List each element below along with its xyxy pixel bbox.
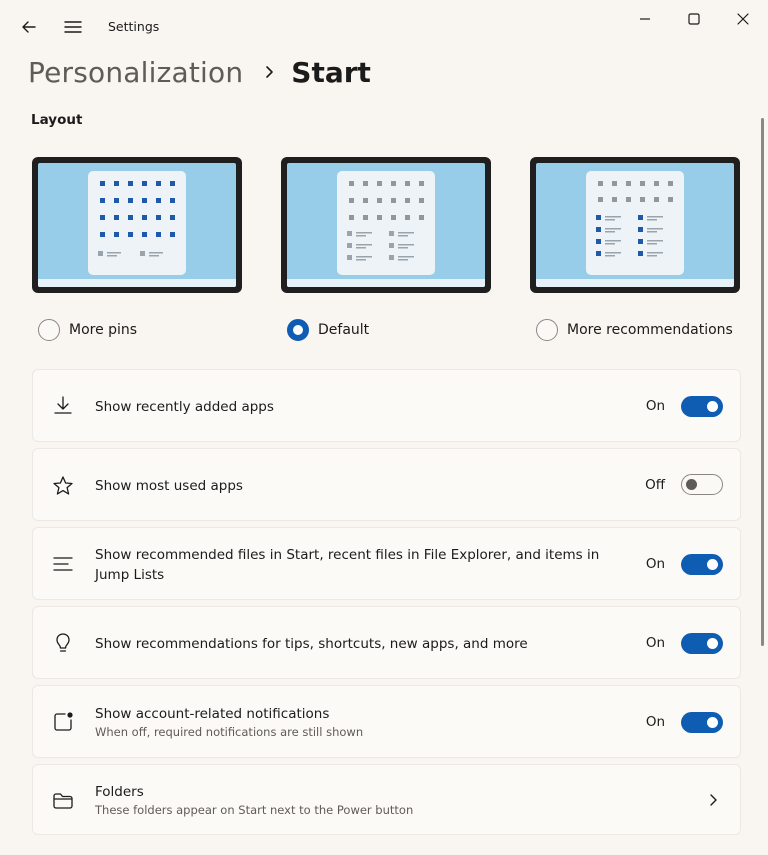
minimize-icon[interactable] — [632, 8, 658, 30]
scrollbar[interactable] — [761, 118, 764, 646]
setting-row-recommended-files[interactable]: Show recommended files in Start, recent … — [32, 527, 741, 600]
toggle-switch[interactable] — [681, 554, 723, 575]
setting-title: Show recently added apps — [95, 399, 274, 415]
setting-title: Show most used apps — [95, 478, 243, 494]
toggle-state-label: On — [645, 714, 665, 730]
lightbulb-icon — [56, 633, 70, 652]
start-panel-preview — [586, 171, 684, 275]
radio-option-more-pins[interactable]: More pins — [38, 318, 137, 342]
hamburger-menu-icon[interactable] — [62, 16, 84, 38]
toggle-switch[interactable] — [681, 474, 723, 495]
layout-preview-screen — [536, 163, 734, 287]
title-bar: Settings — [0, 0, 768, 50]
setting-subtitle: These folders appear on Start next to th… — [95, 803, 414, 817]
toggle-knob — [686, 478, 697, 490]
setting-text: Show account-related notifications When … — [95, 704, 363, 740]
maximize-icon[interactable] — [681, 8, 707, 30]
toggle-knob — [707, 717, 718, 728]
setting-row-account-notifications[interactable]: Show account-related notifications When … — [32, 685, 741, 758]
breadcrumb-parent[interactable]: Personalization — [28, 56, 243, 89]
toggle-switch[interactable] — [681, 712, 723, 733]
setting-title: Show recommendations for tips, shortcuts… — [95, 636, 528, 652]
radio-option-default[interactable]: Default — [287, 318, 369, 342]
setting-title: Show recommended files in Start, recent … — [95, 547, 600, 563]
radio-label: More pins — [69, 322, 138, 338]
setting-title-line2: Jump Lists — [95, 567, 165, 583]
taskbar-preview — [287, 279, 485, 287]
chevron-right-icon[interactable] — [706, 791, 720, 809]
setting-subtitle: When off, required notifications are sti… — [95, 725, 364, 739]
toggle-switch[interactable] — [681, 633, 723, 654]
setting-title: Show account-related notifications — [95, 706, 330, 722]
toggle-knob — [707, 559, 718, 570]
back-arrow-icon[interactable] — [18, 16, 40, 38]
taskbar-preview — [38, 279, 236, 287]
taskbar-preview — [536, 279, 734, 287]
setting-text: Show recommended files in Start, recent … — [95, 545, 599, 585]
toggle-state-label: On — [645, 398, 665, 414]
layout-preview-default[interactable] — [281, 157, 491, 293]
toggle-knob — [707, 401, 718, 412]
radio-label: More recommendations — [567, 322, 733, 338]
layout-preview-screen — [38, 163, 236, 287]
page-title: Start — [291, 55, 371, 89]
start-panel-preview — [88, 171, 186, 275]
default-grid-icon — [347, 181, 424, 261]
radio-label: Default — [318, 322, 370, 338]
radio-button-selected[interactable] — [287, 319, 309, 341]
close-icon[interactable] — [730, 8, 756, 30]
list-icon — [53, 557, 73, 571]
setting-row-folders[interactable]: Folders These folders appear on Start ne… — [32, 764, 741, 835]
star-icon — [53, 476, 73, 495]
download-icon — [54, 396, 72, 414]
start-panel-preview — [337, 171, 435, 275]
chevron-right-icon — [266, 66, 274, 78]
more-recommendations-grid-icon — [596, 181, 673, 257]
setting-row-recently-added[interactable]: Show recently added apps On — [32, 369, 741, 442]
setting-row-tips-recommendations[interactable]: Show recommendations for tips, shortcuts… — [32, 606, 741, 679]
more-pins-grid-icon — [98, 181, 175, 257]
radio-button[interactable] — [536, 319, 558, 341]
setting-text: Folders These folders appear on Start ne… — [95, 782, 413, 818]
window-title: Settings — [108, 19, 160, 34]
toggle-state-label: On — [645, 635, 665, 651]
setting-text: Show most used apps — [95, 476, 243, 496]
toggle-state-label: On — [645, 556, 665, 572]
radio-option-more-recommendations[interactable]: More recommendations — [536, 318, 733, 342]
toggle-switch[interactable] — [681, 396, 723, 417]
breadcrumb: Personalization Start — [28, 52, 371, 92]
radio-button[interactable] — [38, 319, 60, 341]
layout-preview-more-pins[interactable] — [32, 157, 242, 293]
setting-text: Show recently added apps — [95, 397, 274, 417]
setting-title: Folders — [95, 784, 144, 800]
folder-icon — [53, 793, 73, 809]
toggle-state-label: Off — [645, 477, 665, 493]
setting-text: Show recommendations for tips, shortcuts… — [95, 634, 528, 654]
setting-row-most-used[interactable]: Show most used apps Off — [32, 448, 741, 521]
toggle-knob — [707, 638, 718, 649]
layout-preview-screen — [287, 163, 485, 287]
section-label-layout: Layout — [31, 112, 83, 128]
notification-icon — [54, 712, 73, 731]
layout-preview-more-recommendations[interactable] — [530, 157, 740, 293]
